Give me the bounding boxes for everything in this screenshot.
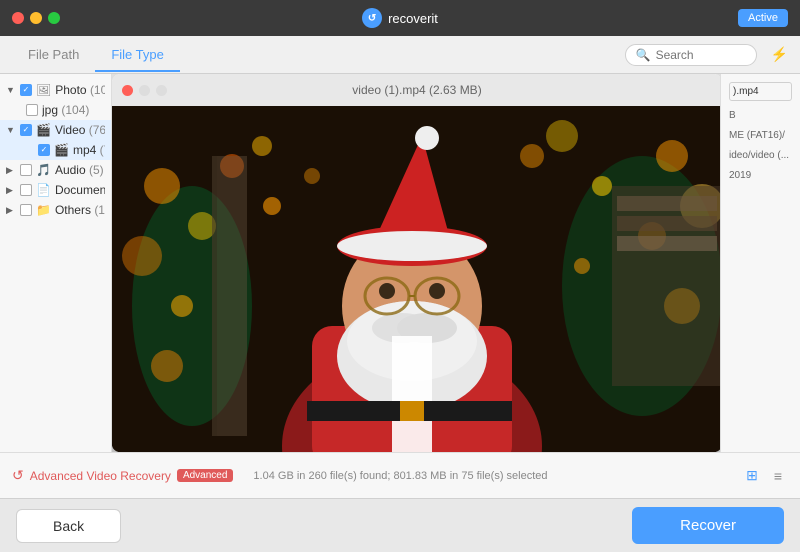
advanced-badge: Advanced bbox=[177, 469, 233, 482]
video-frame bbox=[112, 106, 720, 452]
video-preview bbox=[112, 106, 720, 452]
chevron-down-icon-video: ▼ bbox=[6, 125, 16, 135]
footer: Back Recover bbox=[0, 498, 800, 552]
logo-icon: ↺ bbox=[362, 8, 382, 28]
mp4-label: mp4 (76) bbox=[73, 143, 105, 157]
video-checkbox[interactable] bbox=[20, 124, 32, 136]
jpg-label: jpg (104) bbox=[42, 103, 89, 117]
close-button[interactable] bbox=[12, 12, 24, 24]
date-field: 2019 bbox=[729, 169, 792, 183]
video-svg bbox=[112, 106, 720, 452]
jpg-checkbox[interactable] bbox=[26, 104, 38, 116]
tab-file-type[interactable]: File Type bbox=[95, 39, 180, 72]
sidebar: ▼ 🖼 Photo (104) jpg (104) ▼ 🎬 Video (76)… bbox=[0, 74, 112, 452]
sidebar-item-others[interactable]: ▶ 📁 Others (10) bbox=[0, 200, 111, 220]
sidebar-item-video[interactable]: ▼ 🎬 Video (76) bbox=[0, 120, 111, 140]
status-text: 1.04 GB in 260 file(s) found; 801.83 MB … bbox=[253, 470, 547, 482]
right-panel: ).mp4 B ME (FAT16)/ ideo/video (... 2019 bbox=[720, 74, 800, 452]
grid-view-icon[interactable]: ⊞ bbox=[742, 466, 762, 486]
maximize-button[interactable] bbox=[48, 12, 60, 24]
photo-label: Photo (104) bbox=[55, 83, 105, 97]
list-view-icon[interactable]: ≡ bbox=[768, 466, 788, 486]
titlebar: ↺ recoverit Active bbox=[0, 0, 800, 36]
main-area: ▼ 🖼 Photo (104) jpg (104) ▼ 🎬 Video (76)… bbox=[0, 74, 800, 452]
traffic-lights bbox=[12, 12, 60, 24]
video-icon: 🎬 bbox=[36, 123, 51, 137]
others-checkbox[interactable] bbox=[20, 204, 32, 216]
content-area: video (1).mp4 (2.63 MB) bbox=[112, 74, 720, 452]
document-icon: 📄 bbox=[36, 183, 51, 197]
minimize-button[interactable] bbox=[30, 12, 42, 24]
tabbar: File Path File Type 🔍 ⚡ bbox=[0, 36, 800, 74]
modal-minimize-button[interactable] bbox=[139, 85, 150, 96]
mp4-checkbox[interactable] bbox=[38, 144, 50, 156]
search-box[interactable]: 🔍 bbox=[625, 44, 757, 66]
audio-label: Audio (5) bbox=[55, 163, 104, 177]
preview-modal: video (1).mp4 (2.63 MB) bbox=[112, 74, 720, 452]
photo-icon: 🖼 bbox=[36, 83, 51, 97]
modal-maximize-button[interactable] bbox=[156, 85, 167, 96]
active-badge: Active bbox=[738, 9, 788, 27]
tab-search-area: 🔍 ⚡ bbox=[625, 44, 788, 66]
audio-checkbox[interactable] bbox=[20, 164, 32, 176]
document-checkbox[interactable] bbox=[20, 184, 32, 196]
sidebar-item-photo[interactable]: ▼ 🖼 Photo (104) bbox=[0, 80, 111, 100]
sidebar-item-mp4[interactable]: 🎬 mp4 (76) bbox=[0, 140, 111, 160]
mp4-icon: 🎬 bbox=[54, 143, 69, 157]
chevron-right-icon-doc: ▶ bbox=[6, 185, 16, 196]
sidebar-item-document[interactable]: ▶ 📄 Document ( bbox=[0, 180, 111, 200]
back-button[interactable]: Back bbox=[16, 509, 121, 543]
photo-checkbox[interactable] bbox=[20, 84, 32, 96]
search-icon: 🔍 bbox=[636, 48, 651, 62]
modal-titlebar: video (1).mp4 (2.63 MB) bbox=[112, 74, 720, 106]
advanced-video-recovery-link[interactable]: ↺ Advanced Video Recovery Advanced bbox=[12, 467, 233, 484]
sidebar-item-audio[interactable]: ▶ 🎵 Audio (5) bbox=[0, 160, 111, 180]
filter-icon[interactable]: ⚡ bbox=[771, 46, 788, 63]
app-logo: ↺ recoverit bbox=[362, 8, 438, 28]
document-label: Document ( bbox=[55, 183, 105, 197]
modal-title: video (1).mp4 (2.63 MB) bbox=[352, 83, 481, 97]
path-field: ideo/video (... bbox=[729, 149, 792, 163]
video-label: Video (76) bbox=[55, 123, 105, 137]
statusbar: ↺ Advanced Video Recovery Advanced 1.04 … bbox=[0, 452, 800, 498]
others-label: Others (10) bbox=[55, 203, 105, 217]
search-input[interactable] bbox=[656, 48, 746, 62]
size-field: B bbox=[729, 109, 792, 123]
chevron-right-icon-audio: ▶ bbox=[6, 165, 16, 176]
chevron-right-icon-others: ▶ bbox=[6, 205, 16, 216]
recovery-icon: ↺ bbox=[12, 467, 24, 484]
app-title: recoverit bbox=[388, 11, 438, 26]
filesystem-field: ME (FAT16)/ bbox=[729, 129, 792, 143]
view-icons: ⊞ ≡ bbox=[742, 466, 788, 486]
tab-file-path[interactable]: File Path bbox=[12, 39, 95, 72]
recover-button[interactable]: Recover bbox=[632, 507, 784, 544]
chevron-down-icon: ▼ bbox=[6, 85, 16, 95]
modal-window: video (1).mp4 (2.63 MB) bbox=[112, 74, 720, 452]
audio-icon: 🎵 bbox=[36, 163, 51, 177]
modal-close-button[interactable] bbox=[122, 85, 133, 96]
sidebar-item-jpg[interactable]: jpg (104) bbox=[0, 100, 111, 120]
filename-field: ).mp4 bbox=[729, 82, 792, 101]
others-icon: 📁 bbox=[36, 203, 51, 217]
